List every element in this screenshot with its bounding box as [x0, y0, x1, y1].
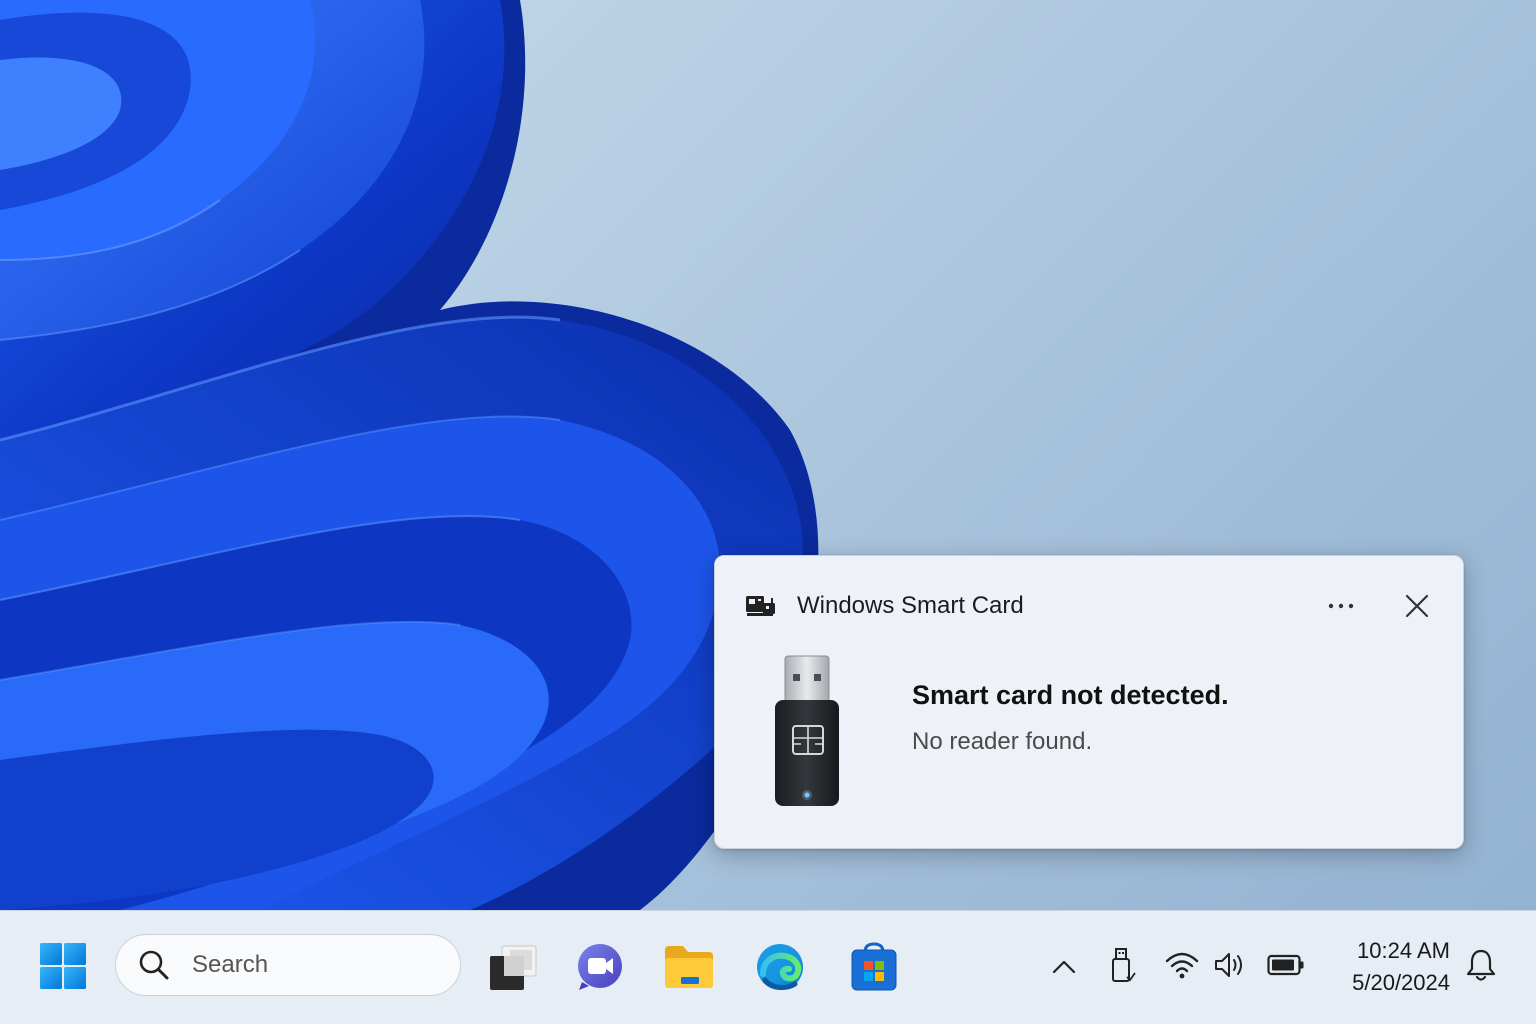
search-icon [136, 947, 172, 983]
start-button[interactable] [36, 939, 90, 993]
battery-button[interactable] [1264, 947, 1308, 983]
teams-meet-button[interactable] [572, 939, 628, 995]
wifi-icon [1165, 952, 1199, 979]
chevron-up-icon [1052, 960, 1076, 974]
notification-title: Smart card not detected. [912, 680, 1229, 710]
volume-button[interactable] [1210, 945, 1250, 985]
edge-icon [757, 944, 803, 990]
notification-center-button[interactable] [1462, 945, 1500, 985]
usb-smart-card-reader-icon [771, 652, 845, 808]
smart-card-app-icon [745, 594, 777, 618]
more-horizontal-icon [1328, 603, 1354, 609]
show-hidden-icons-button[interactable] [1046, 949, 1082, 985]
clock-time: 10:24 AM [1357, 938, 1450, 963]
task-view-icon [490, 945, 537, 990]
battery-icon [1267, 954, 1304, 976]
taskbar: Search 10:24 AM 5/20/2024 [0, 910, 1536, 1024]
windows-start-icon [40, 943, 86, 989]
more-options-button[interactable] [1313, 586, 1369, 626]
bell-icon [1466, 949, 1496, 981]
microsoft-store-icon [851, 942, 897, 991]
search-placeholder: Search [192, 951, 269, 978]
microsoft-store-button[interactable] [846, 937, 902, 995]
taskbar-search-box[interactable]: Search [115, 934, 461, 996]
notification-app-name: Windows Smart Card [797, 592, 1024, 619]
task-view-button[interactable] [486, 941, 540, 995]
clock[interactable]: 10:24 AM 5/20/2024 [1334, 935, 1450, 999]
close-icon [1405, 594, 1429, 618]
file-explorer-icon [665, 946, 713, 988]
usb-device-tray-button[interactable] [1104, 945, 1140, 985]
file-explorer-button[interactable] [660, 941, 718, 993]
notification-toast[interactable]: Windows Smart Card Smart card not detect… [714, 555, 1464, 849]
close-notification-button[interactable] [1395, 584, 1439, 628]
volume-icon [1215, 953, 1242, 977]
clock-date: 5/20/2024 [1352, 970, 1450, 995]
notification-body: No reader found. [912, 728, 1093, 755]
edge-button[interactable] [752, 939, 808, 995]
notification-header: Windows Smart Card [745, 590, 1024, 622]
network-button[interactable] [1162, 945, 1202, 985]
teams-meet-icon [578, 944, 622, 990]
desktop: Windows Smart Card Smart card not detect… [0, 0, 1536, 910]
usb-device-icon [1112, 948, 1136, 982]
